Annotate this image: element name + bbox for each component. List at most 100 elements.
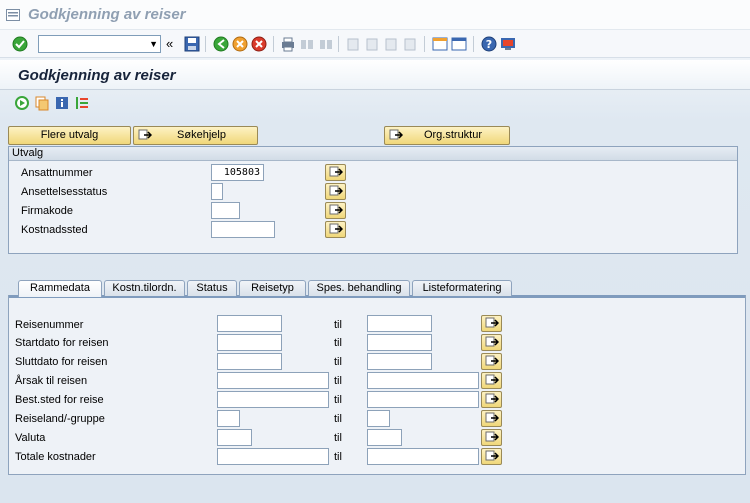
multiple-selection-arrow-icon xyxy=(485,412,499,423)
command-history-toggle[interactable]: « xyxy=(166,36,173,51)
help-icon[interactable]: ? xyxy=(481,36,497,52)
execute-icon[interactable] xyxy=(14,95,30,111)
exit-icon[interactable] xyxy=(232,36,248,52)
reiseland-from-input[interactable] xyxy=(217,410,240,427)
to-label: til xyxy=(334,337,342,349)
label-reisenummer: Reisenummer xyxy=(15,319,84,331)
ansettelsesstatus-input[interactable] xyxy=(211,183,223,200)
command-field[interactable]: ▼ xyxy=(38,35,161,53)
print-icon[interactable] xyxy=(280,36,296,52)
tab-spes-behandling[interactable]: Spes. behandling xyxy=(308,280,410,296)
label-reiseland: Reiseland/-gruppe xyxy=(15,413,105,425)
search-help-button[interactable]: Søkehjelp xyxy=(133,126,258,145)
back-icon[interactable] xyxy=(213,36,229,52)
totale-kostnader-multiple-selection-button[interactable] xyxy=(481,448,502,465)
best-sted-multiple-selection-button[interactable] xyxy=(481,391,502,408)
multiple-selection-arrow-icon xyxy=(485,317,499,328)
enter-check-icon[interactable] xyxy=(12,36,28,52)
reiseland-multiple-selection-button[interactable] xyxy=(481,410,502,427)
tab-kostn-tilordn[interactable]: Kostn.tilordn. xyxy=(104,280,185,296)
label-best-sted: Best.sted for reise xyxy=(15,394,104,406)
cancel-icon[interactable] xyxy=(251,36,267,52)
label-totale-kostnader: Totale kostnader xyxy=(15,451,96,463)
to-label: til xyxy=(334,394,342,406)
menu-icon[interactable] xyxy=(6,9,20,21)
multiple-selection-arrow-icon xyxy=(329,166,343,177)
ansattnummer-input[interactable]: 105803 xyxy=(211,164,264,181)
last-page-icon[interactable] xyxy=(402,36,418,52)
more-selections-button[interactable]: Flere utvalg xyxy=(8,126,131,145)
multiple-selection-arrow-icon xyxy=(485,431,499,442)
label-ansattnummer: Ansattnummer xyxy=(21,167,93,179)
sluttdato-to-input[interactable] xyxy=(367,353,432,370)
customize-layout-icon[interactable] xyxy=(500,36,516,52)
to-label: til xyxy=(334,451,342,463)
new-session-icon[interactable] xyxy=(432,36,448,52)
shortcut-icon[interactable] xyxy=(451,36,467,52)
next-page-icon[interactable] xyxy=(383,36,399,52)
reisenummer-to-input[interactable] xyxy=(367,315,432,332)
previous-page-icon[interactable] xyxy=(364,36,380,52)
variants-icon[interactable] xyxy=(34,95,50,111)
first-page-icon[interactable] xyxy=(345,36,361,52)
startdato-multiple-selection-button[interactable] xyxy=(481,334,502,351)
to-label: til xyxy=(334,375,342,387)
to-label: til xyxy=(334,319,342,331)
selection-frame-header: Utvalg xyxy=(9,147,737,161)
info-icon[interactable] xyxy=(54,95,70,111)
valuta-from-input[interactable] xyxy=(217,429,252,446)
selection-frame: Utvalg xyxy=(8,146,738,254)
kostnadssted-input[interactable] xyxy=(211,221,275,238)
reisenummer-from-input[interactable] xyxy=(217,315,282,332)
tab-listeformatering[interactable]: Listeformatering xyxy=(412,280,512,296)
tab-reisetyp[interactable]: Reisetyp xyxy=(239,280,306,296)
arsak-multiple-selection-button[interactable] xyxy=(481,372,502,389)
label-valuta: Valuta xyxy=(15,432,46,444)
startdato-to-input[interactable] xyxy=(367,334,432,351)
label-sluttdato: Sluttdato for reisen xyxy=(15,356,108,368)
chevron-down-icon[interactable]: ▼ xyxy=(149,39,158,49)
reiseland-to-input[interactable] xyxy=(367,410,390,427)
multiple-selection-arrow-icon xyxy=(485,355,499,366)
ansattnummer-multiple-selection-button[interactable] xyxy=(325,164,346,181)
arsak-from-input[interactable] xyxy=(217,372,329,389)
selection-options-icon[interactable] xyxy=(74,95,90,111)
application-title-bar: Godkjenning av reiser xyxy=(0,60,750,90)
multiple-selection-arrow-icon xyxy=(485,393,499,404)
firmakode-multiple-selection-button[interactable] xyxy=(325,202,346,219)
sluttdato-multiple-selection-button[interactable] xyxy=(481,353,502,370)
multiple-selection-arrow-icon xyxy=(329,223,343,234)
label-arsak: Årsak til reisen xyxy=(15,375,88,387)
label-kostnadssted: Kostnadssted xyxy=(21,224,88,236)
label-firmakode: Firmakode xyxy=(21,205,73,217)
window-title: Godkjenning av reiser xyxy=(28,6,186,23)
best-sted-to-input[interactable] xyxy=(367,391,479,408)
arsak-to-input[interactable] xyxy=(367,372,479,389)
multiple-selection-arrow-icon xyxy=(485,450,499,461)
to-label: til xyxy=(334,356,342,368)
tab-status[interactable]: Status xyxy=(187,280,237,296)
label-startdato: Startdato for reisen xyxy=(15,337,109,349)
ansettelsesstatus-multiple-selection-button[interactable] xyxy=(325,183,346,200)
find-next-icon[interactable] xyxy=(318,36,334,52)
multiple-selection-arrow-icon xyxy=(389,129,403,140)
valuta-to-input[interactable] xyxy=(367,429,402,446)
totale-kostnader-to-input[interactable] xyxy=(367,448,479,465)
firmakode-input[interactable] xyxy=(211,202,240,219)
org-structure-button[interactable]: Org.struktur xyxy=(384,126,510,145)
best-sted-from-input[interactable] xyxy=(217,391,329,408)
valuta-multiple-selection-button[interactable] xyxy=(481,429,502,446)
sluttdato-from-input[interactable] xyxy=(217,353,282,370)
tab-rammedata[interactable]: Rammedata xyxy=(18,280,102,297)
startdato-from-input[interactable] xyxy=(217,334,282,351)
multiple-selection-arrow-icon xyxy=(329,204,343,215)
to-label: til xyxy=(334,432,342,444)
label-ansettelsesstatus: Ansettelsesstatus xyxy=(21,186,108,198)
kostnadssted-multiple-selection-button[interactable] xyxy=(325,221,346,238)
totale-kostnader-from-input[interactable] xyxy=(217,448,329,465)
find-icon[interactable] xyxy=(299,36,315,52)
multiple-selection-arrow-icon xyxy=(138,129,152,140)
reisenummer-multiple-selection-button[interactable] xyxy=(481,315,502,332)
save-icon[interactable] xyxy=(184,36,200,52)
multiple-selection-arrow-icon xyxy=(485,374,499,385)
